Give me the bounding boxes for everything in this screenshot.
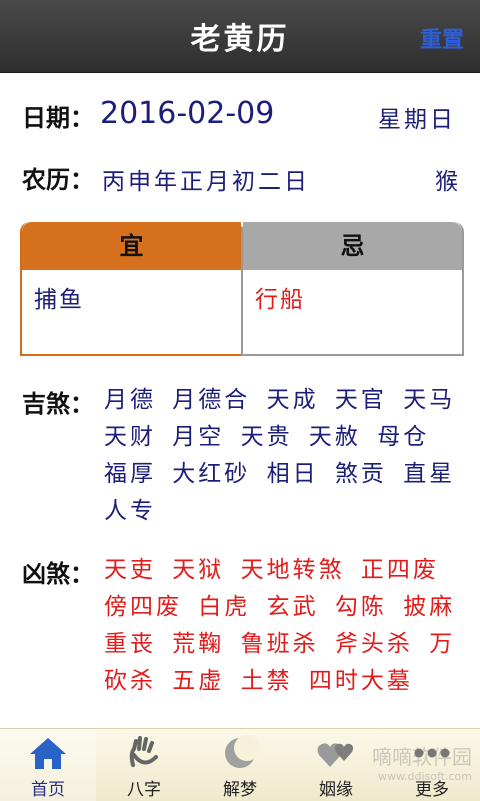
ji-column: 忌 行船 xyxy=(241,222,464,356)
tab-home[interactable]: 首页 xyxy=(0,729,96,801)
lunar-label: 农历： xyxy=(22,166,94,194)
yi-header: 宜 xyxy=(22,222,241,270)
xiongsha-label: 凶煞： xyxy=(22,560,94,588)
reset-button[interactable]: 重置 xyxy=(420,22,464,54)
ji-header: 忌 xyxy=(243,222,462,270)
jisha-label: 吉煞： xyxy=(22,390,94,418)
tab-bazi[interactable]: 八字 xyxy=(96,729,192,801)
date-value[interactable]: 2016-02-09 xyxy=(100,96,274,131)
yi-content: 捕鱼 xyxy=(34,287,84,313)
home-icon xyxy=(30,738,66,769)
watermark-url: www.ddisoft.com xyxy=(378,770,472,783)
jisha-text: 月德 月德合 天成 天官 天马 天财 月空 天贵 天赦 母仓 福厚 大红砂 相日… xyxy=(104,387,456,524)
date-label: 日期： xyxy=(22,104,94,132)
zodiac: 猴 xyxy=(435,169,458,195)
date-row: 日期： 2016-02-09 星期日 xyxy=(22,96,462,138)
ji-content: 行船 xyxy=(255,287,305,313)
xiongsha-text: 天吏 天狱 天地转煞 正四废 傍四废 白虎 玄武 勾陈 披麻 重丧 荒鞠 鲁班杀… xyxy=(104,557,456,694)
bottom-tab-bar: 首页 八字 解梦 姻缘 更多 嘀嘀软件园 www.ddisoft.com xyxy=(0,728,480,801)
weekday: 星期日 xyxy=(378,107,456,133)
tab-label: 八字 xyxy=(127,780,161,800)
hearts-icon xyxy=(317,743,354,767)
moon-icon xyxy=(225,735,260,768)
yi-ji-table: 宜 捕鱼 忌 行船 xyxy=(20,222,464,358)
tab-dream[interactable]: 解梦 xyxy=(192,729,288,801)
tab-label: 姻缘 xyxy=(319,780,353,800)
hand-icon xyxy=(129,736,158,767)
tab-label: 解梦 xyxy=(223,780,257,800)
tab-marriage[interactable]: 姻缘 xyxy=(288,729,384,801)
header-bar: 老黄历 重置 xyxy=(0,0,480,73)
lunar-row: 农历： 丙申年正月初二日 猴 xyxy=(22,160,462,200)
lunar-value: 丙申年正月初二日 xyxy=(102,169,310,195)
watermark-text: 嘀嘀软件园 xyxy=(372,745,472,769)
app-title: 老黄历 xyxy=(190,22,290,57)
tab-label: 首页 xyxy=(31,780,65,800)
watermark: 嘀嘀软件园 www.ddisoft.com xyxy=(372,741,472,783)
yi-column: 宜 捕鱼 xyxy=(20,222,243,356)
